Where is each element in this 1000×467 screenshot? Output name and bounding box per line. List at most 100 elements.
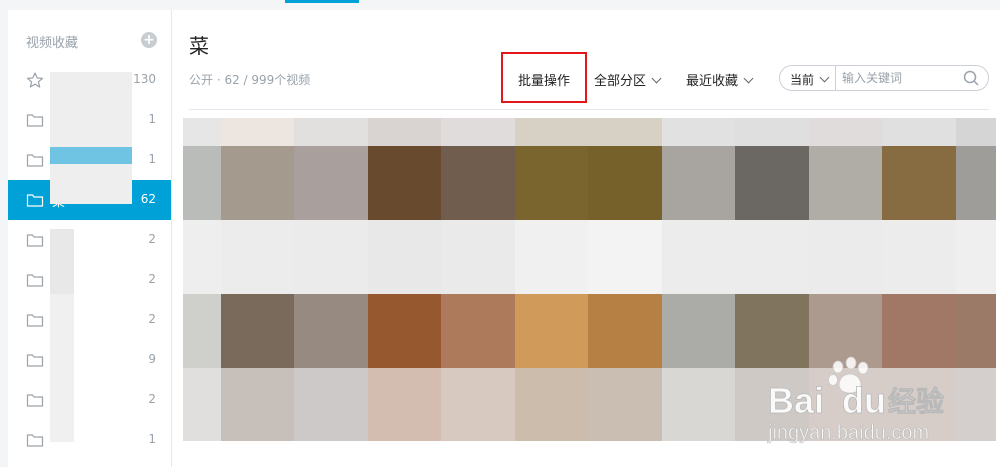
baidu-jingyan-watermark: Bai du 经验 jingyan.baidu.com xyxy=(767,356,944,444)
blurred-video-tile xyxy=(588,294,662,368)
search-scope-label: 当前 xyxy=(790,73,815,87)
blurred-video-tile xyxy=(183,146,221,220)
blurred-video-tile xyxy=(183,118,221,146)
toolbar-divider xyxy=(189,109,989,110)
folder-count: 130 xyxy=(133,72,156,86)
blurred-video-tile xyxy=(441,368,515,441)
favorites-sidebar: 视频收藏 + 13011菜62222921 xyxy=(8,10,172,467)
search-input[interactable] xyxy=(842,69,957,87)
folder-count: 1 xyxy=(148,152,156,166)
blurred-folder-name-highlight xyxy=(50,147,132,164)
folder-title: 菜 xyxy=(189,34,209,58)
blurred-video-tile xyxy=(368,368,441,441)
blurred-video-tile xyxy=(882,118,956,146)
watermark-url: jingyan.baidu.com xyxy=(767,422,929,444)
blurred-video-tile xyxy=(588,220,662,294)
sidebar-folder-item[interactable]: 2 xyxy=(8,380,171,420)
search-icon[interactable] xyxy=(963,70,979,86)
star-icon xyxy=(26,72,44,88)
blurred-video-tile xyxy=(809,118,882,146)
blurred-video-tile xyxy=(662,220,735,294)
search-divider xyxy=(835,66,836,90)
blurred-video-tile xyxy=(221,368,294,441)
blurred-video-tile xyxy=(368,146,441,220)
folder-icon xyxy=(26,394,44,407)
blurred-video-tile xyxy=(183,368,221,441)
blurred-video-tile xyxy=(221,146,294,220)
blurred-video-tile xyxy=(294,294,368,368)
folder-count: 2 xyxy=(148,232,156,246)
blurred-video-tile xyxy=(221,118,294,146)
folder-count: 2 xyxy=(148,312,156,326)
search-box: 当前 xyxy=(779,65,989,91)
blurred-video-tile xyxy=(368,220,441,294)
blurred-video-tile xyxy=(515,118,588,146)
blurred-folder-names xyxy=(50,294,74,442)
blurred-video-tile xyxy=(441,118,515,146)
folder-icon xyxy=(26,314,44,327)
partition-dropdown-label: 全部分区 xyxy=(594,74,647,89)
folder-icon xyxy=(26,434,44,447)
sort-dropdown[interactable]: 最近收藏 xyxy=(686,70,754,89)
sidebar-folder-item[interactable]: 2 xyxy=(8,300,171,340)
blurred-video-tile xyxy=(441,220,515,294)
partition-dropdown[interactable]: 全部分区 xyxy=(594,70,662,89)
blurred-folder-names xyxy=(50,72,132,204)
blurred-video-tile xyxy=(662,294,735,368)
folder-count: 9 xyxy=(148,352,156,366)
top-nav-active-indicator xyxy=(285,0,359,3)
chevron-down-icon xyxy=(651,73,662,84)
blurred-video-tile xyxy=(515,368,588,441)
sidebar-folder-item[interactable]: 2 xyxy=(8,260,171,300)
add-folder-button[interactable]: + xyxy=(141,32,157,48)
watermark-brand-right: du xyxy=(842,380,886,421)
folder-count: 1 xyxy=(148,432,156,446)
folder-icon xyxy=(26,194,44,207)
blurred-video-tile xyxy=(735,220,809,294)
folder-icon xyxy=(26,234,44,247)
highlight-annotation-box xyxy=(501,52,587,103)
folder-meta: 公开 · 62 / 999个视频 xyxy=(189,73,311,87)
chevron-down-icon xyxy=(819,72,830,83)
blurred-video-tile xyxy=(735,146,809,220)
folder-count: 1 xyxy=(148,112,156,126)
blurred-video-tile xyxy=(515,146,588,220)
blurred-video-tile xyxy=(441,146,515,220)
blurred-video-tile xyxy=(662,146,735,220)
folder-count: 2 xyxy=(148,272,156,286)
folder-icon xyxy=(26,354,44,367)
sidebar-folder-item[interactable]: 1 xyxy=(8,420,171,460)
blurred-video-tile xyxy=(662,118,735,146)
blurred-video-tile xyxy=(882,146,956,220)
blurred-video-tile xyxy=(441,294,515,368)
blurred-video-tile xyxy=(956,146,996,220)
blurred-video-tile xyxy=(515,294,588,368)
blurred-video-tile xyxy=(956,118,996,146)
blurred-video-tile xyxy=(515,220,588,294)
blurred-video-tile xyxy=(956,220,996,294)
blurred-video-tile xyxy=(368,294,441,368)
sidebar-folder-item[interactable]: 9 xyxy=(8,340,171,380)
blurred-video-tile xyxy=(368,118,441,146)
sidebar-title: 视频收藏 xyxy=(26,36,79,51)
blurred-folder-names xyxy=(50,229,74,294)
blurred-video-tile xyxy=(588,146,662,220)
folder-icon xyxy=(26,274,44,287)
blurred-video-tile xyxy=(662,368,735,441)
watermark-brand-left: Bai xyxy=(768,380,824,421)
blurred-video-tile xyxy=(882,220,956,294)
blurred-video-tile xyxy=(183,220,221,294)
blurred-video-tile xyxy=(588,118,662,146)
folder-count: 2 xyxy=(148,392,156,406)
blurred-video-tile xyxy=(294,368,368,441)
sidebar-folder-item[interactable]: 2 xyxy=(8,220,171,260)
blurred-video-tile xyxy=(294,118,368,146)
search-scope-dropdown[interactable]: 当前 xyxy=(790,71,830,88)
folder-count: 62 xyxy=(140,192,156,206)
blurred-video-tile xyxy=(735,118,809,146)
chevron-down-icon xyxy=(743,73,754,84)
blurred-video-tile xyxy=(221,294,294,368)
blurred-video-tile xyxy=(809,146,882,220)
blurred-video-tile xyxy=(809,220,882,294)
folder-icon xyxy=(26,114,44,127)
